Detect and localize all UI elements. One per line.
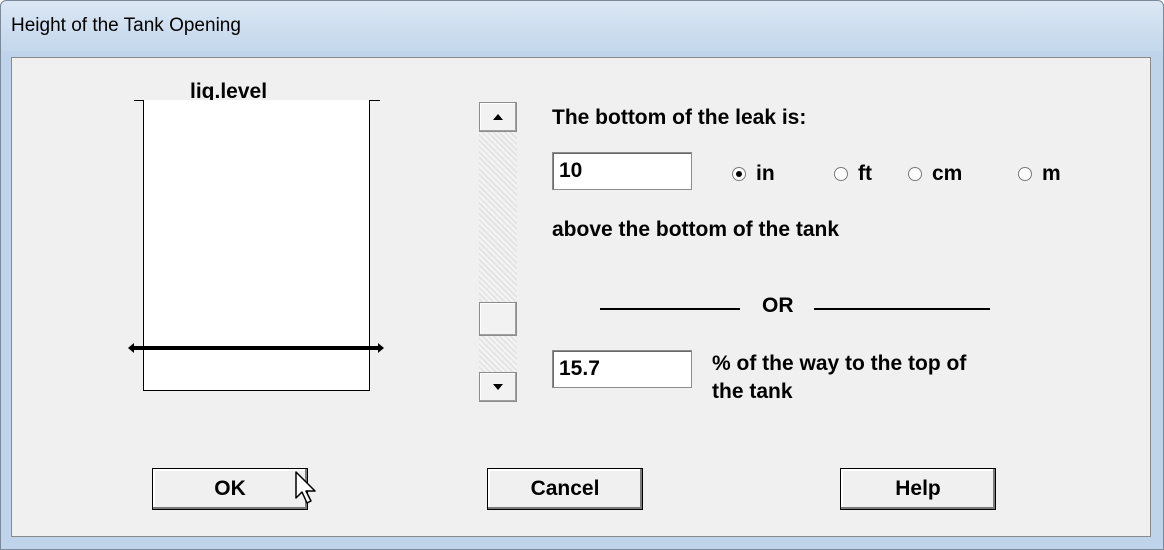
title-bar[interactable]: Height of the Tank Opening	[1, 1, 1163, 51]
or-divider-left	[600, 308, 740, 310]
scroll-up-button[interactable]	[479, 102, 517, 132]
above-bottom-label: above the bottom of the tank	[552, 218, 840, 241]
cancel-button[interactable]: Cancel	[487, 468, 643, 510]
percent-label-line1: % of the way to the top of	[712, 352, 967, 375]
unit-radio-in[interactable]: in	[732, 162, 775, 186]
percent-height-input[interactable]: 15.7	[552, 350, 692, 388]
ok-button[interactable]: OK	[152, 468, 308, 510]
radio-button-icon	[732, 167, 746, 181]
unit-radio-m[interactable]: m	[1018, 162, 1061, 186]
arrow-down-icon	[493, 384, 503, 390]
height-scrollbar-track[interactable]	[479, 102, 517, 402]
unit-radio-cm[interactable]: cm	[908, 162, 962, 186]
bottom-height-input[interactable]: 10	[552, 152, 692, 190]
window-title: Height of the Tank Opening	[11, 15, 241, 36]
radio-button-icon	[834, 167, 848, 181]
radio-button-icon	[1018, 167, 1032, 181]
radio-button-icon	[908, 167, 922, 181]
unit-label-ft: ft	[858, 162, 872, 185]
leak-height-marker	[128, 343, 384, 353]
dialog-window: Height of the Tank Opening liq.level The…	[0, 0, 1164, 550]
percent-label-line2: the tank	[712, 380, 793, 403]
dialog-body: liq.level The bottom of the leak is: 10 …	[11, 57, 1151, 537]
bottom-of-leak-label: The bottom of the leak is:	[552, 106, 807, 129]
or-label: OR	[762, 294, 794, 317]
unit-radio-ft[interactable]: ft	[834, 162, 872, 186]
unit-label-in: in	[756, 162, 775, 185]
unit-label-cm: cm	[932, 162, 963, 185]
unit-label-m: m	[1042, 162, 1061, 185]
help-button[interactable]: Help	[840, 468, 996, 510]
scroll-down-button[interactable]	[479, 372, 517, 402]
arrow-up-icon	[493, 114, 503, 120]
height-scrollbar-thumb[interactable]	[479, 302, 517, 336]
mouse-pointer-icon	[295, 471, 316, 504]
or-divider-right	[814, 308, 990, 310]
